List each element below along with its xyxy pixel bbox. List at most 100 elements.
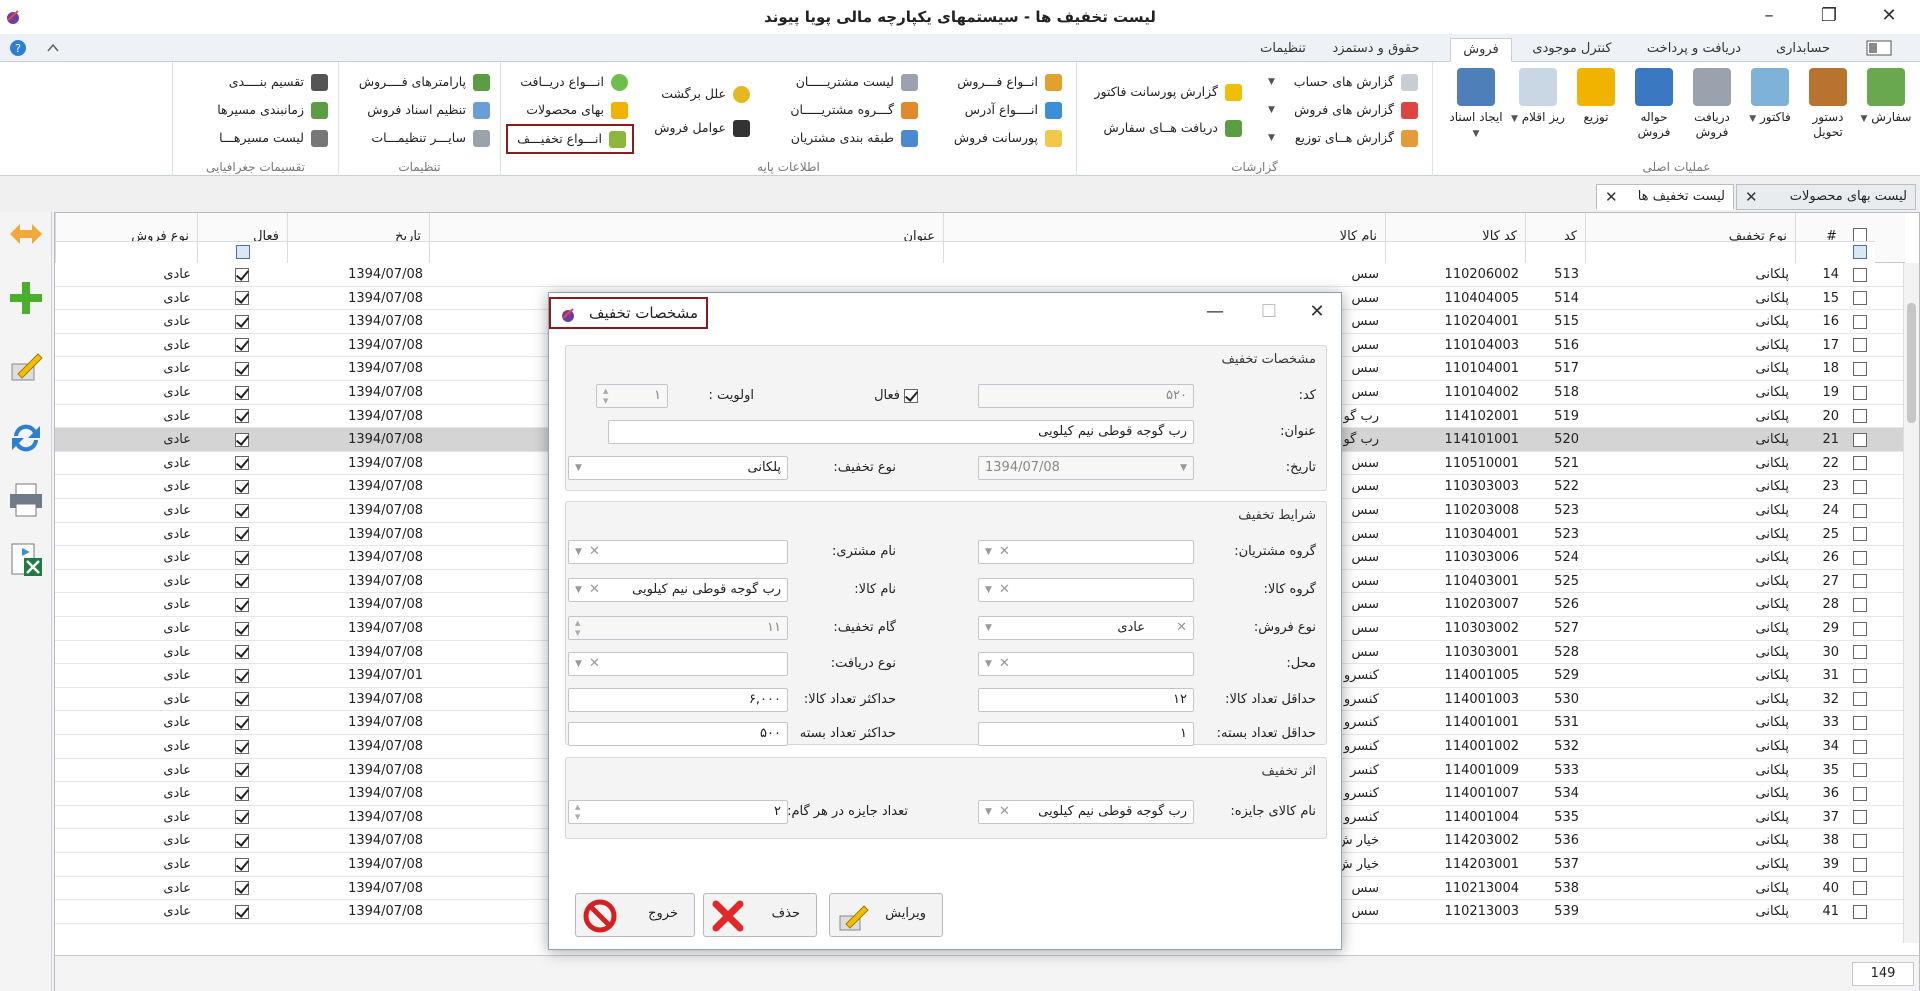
row-select-checkbox[interactable]: [1853, 527, 1867, 542]
customer-list-button[interactable]: لیست مشتریـــــان: [768, 70, 918, 94]
dialog-maximize-button[interactable]: ☐: [1249, 299, 1289, 327]
active-checkbox[interactable]: [235, 574, 249, 589]
maximize-button[interactable]: ❐: [1806, 0, 1852, 34]
item-group-select[interactable]: ✕ ▼: [978, 578, 1194, 602]
route-schedule-button[interactable]: زمانبندی مسیرها: [188, 98, 328, 122]
row-select-checkbox[interactable]: [1853, 385, 1867, 400]
clear-icon[interactable]: ✕: [999, 579, 1010, 601]
active-checkbox[interactable]: [235, 432, 249, 447]
select-all-checkbox[interactable]: [1853, 228, 1867, 242]
col-header-item-name[interactable]: نام کالا: [943, 213, 1385, 263]
filter-checkbox[interactable]: [236, 245, 250, 259]
chevron-down-icon[interactable]: ▼: [575, 541, 582, 563]
filter-cell[interactable]: [56, 241, 197, 263]
min-pack-field[interactable]: ۱: [978, 722, 1194, 746]
item-details-button[interactable]: ریز اقلام ▼: [1509, 68, 1567, 154]
max-qty-field[interactable]: ۶,۰۰۰: [568, 688, 788, 712]
layout-toggle-icon[interactable]: [1864, 39, 1894, 57]
active-checkbox[interactable]: [235, 739, 249, 754]
active-checkbox[interactable]: [235, 267, 249, 282]
row-select-checkbox[interactable]: [1853, 881, 1867, 896]
filter-checkbox[interactable]: [1853, 245, 1867, 259]
tab-payroll[interactable]: حقوق و دستمزد: [1326, 38, 1426, 62]
place-select[interactable]: ✕ ▼: [978, 652, 1194, 676]
code-field[interactable]: ۵۲۰: [978, 384, 1194, 408]
filter-cell[interactable]: [1796, 241, 1845, 263]
tab-inventory[interactable]: کنترل موجودی: [1520, 38, 1624, 62]
return-reasons-button[interactable]: علل برگشت: [640, 82, 750, 106]
customer-groups-button[interactable]: گـــروه مشتریـــــان: [768, 98, 918, 122]
row-select-checkbox[interactable]: [1853, 786, 1867, 801]
discount-step-stepper[interactable]: ۱۱ ▲ ▼: [568, 616, 788, 640]
filter-cell[interactable]: [198, 241, 287, 263]
division-button[interactable]: تقسیم بنــــدی: [188, 70, 328, 94]
row-select-checkbox[interactable]: [1853, 338, 1867, 353]
col-header-number[interactable]: #: [1795, 213, 1845, 263]
row-select-checkbox[interactable]: [1853, 645, 1867, 660]
scroll-thumb[interactable]: [1907, 303, 1916, 423]
active-checkbox[interactable]: [235, 361, 249, 376]
filter-cell[interactable]: [1526, 241, 1585, 263]
active-checkbox[interactable]: [235, 904, 249, 919]
tab-accounting[interactable]: حسابداری: [1762, 38, 1844, 62]
active-checkbox[interactable]: [904, 389, 918, 403]
address-types-button[interactable]: انــــواع آدرس: [932, 98, 1062, 122]
discount-type-select[interactable]: پلکانی ▼: [568, 456, 788, 480]
col-header-date[interactable]: تاریخ: [287, 213, 429, 263]
row-select-checkbox[interactable]: [1853, 503, 1867, 518]
invoice-commission-report-button[interactable]: گزارش پورسانت فاکتور: [1092, 80, 1242, 104]
active-checkbox[interactable]: [235, 692, 249, 707]
active-checkbox[interactable]: [235, 385, 249, 400]
col-header-code[interactable]: کد: [1525, 213, 1585, 263]
doctab-discount-list[interactable]: لیست تخفیف ها ✕: [1596, 184, 1734, 210]
order-button[interactable]: سفارش ▼: [1857, 68, 1915, 154]
row-select-checkbox[interactable]: [1853, 715, 1867, 730]
chevron-down-icon[interactable]: ▼: [985, 801, 992, 823]
chevron-down-icon[interactable]: ▼: [575, 653, 582, 675]
row-select-checkbox[interactable]: [1853, 456, 1867, 471]
chevron-down-icon[interactable]: ▼: [575, 457, 582, 479]
excel-export-icon[interactable]: [8, 542, 44, 578]
dialog-minimize-button[interactable]: —: [1195, 299, 1235, 327]
active-checkbox[interactable]: [235, 621, 249, 636]
row-select-checkbox[interactable]: [1853, 291, 1867, 306]
row-select-checkbox[interactable]: [1853, 267, 1867, 282]
row-select-checkbox[interactable]: [1853, 692, 1867, 707]
receive-type-select[interactable]: ✕ ▼: [568, 652, 788, 676]
clear-icon[interactable]: ✕: [589, 579, 600, 601]
tab-settings[interactable]: تنظیمات: [1246, 38, 1320, 62]
delivery-order-button[interactable]: دستور تحویل: [1799, 68, 1857, 154]
exit-button[interactable]: خروج: [575, 893, 695, 937]
active-checkbox[interactable]: [235, 645, 249, 660]
active-checkbox[interactable]: [235, 881, 249, 896]
chevron-down-icon[interactable]: ▼: [985, 617, 992, 639]
row-select-checkbox[interactable]: [1853, 810, 1867, 825]
help-icon[interactable]: ?: [8, 39, 38, 57]
product-prices-button[interactable]: بهای محصولات: [512, 98, 628, 122]
active-checkbox[interactable]: [235, 597, 249, 612]
spinner-icon[interactable]: ▲ ▼: [575, 618, 580, 638]
active-checkbox[interactable]: [235, 833, 249, 848]
row-select-checkbox[interactable]: [1853, 833, 1867, 848]
customer-classification-button[interactable]: طبقه بندی مشتریان: [768, 126, 918, 150]
row-select-checkbox[interactable]: [1853, 739, 1867, 754]
print-icon[interactable]: [8, 482, 44, 518]
filter-cell[interactable]: [1845, 241, 1875, 263]
clear-icon[interactable]: ✕: [999, 653, 1010, 675]
row-select-checkbox[interactable]: [1853, 574, 1867, 589]
row-select-checkbox[interactable]: [1853, 668, 1867, 683]
sales-doc-settings-button[interactable]: تنظیم اسناد فروش: [346, 98, 490, 122]
other-settings-button[interactable]: سایـــر تنظیمـــات: [346, 126, 490, 150]
active-checkbox[interactable]: [235, 338, 249, 353]
row-select-checkbox[interactable]: [1853, 621, 1867, 636]
sales-params-button[interactable]: پارامترهای فــــروش: [346, 70, 490, 94]
edit-icon[interactable]: [8, 348, 44, 384]
max-pack-field[interactable]: ۵۰۰: [568, 722, 788, 746]
row-select-checkbox[interactable]: [1853, 763, 1867, 778]
chevron-down-icon[interactable]: ▼: [985, 653, 992, 675]
filter-cell[interactable]: [1386, 241, 1525, 263]
col-header-item-code[interactable]: کد کالا: [1385, 213, 1525, 263]
discount-types-button[interactable]: انـــواع تخفیـــف: [506, 124, 634, 154]
sale-type-select[interactable]: عادی ✕ ▼: [978, 616, 1194, 640]
row-select-checkbox[interactable]: [1853, 904, 1867, 919]
